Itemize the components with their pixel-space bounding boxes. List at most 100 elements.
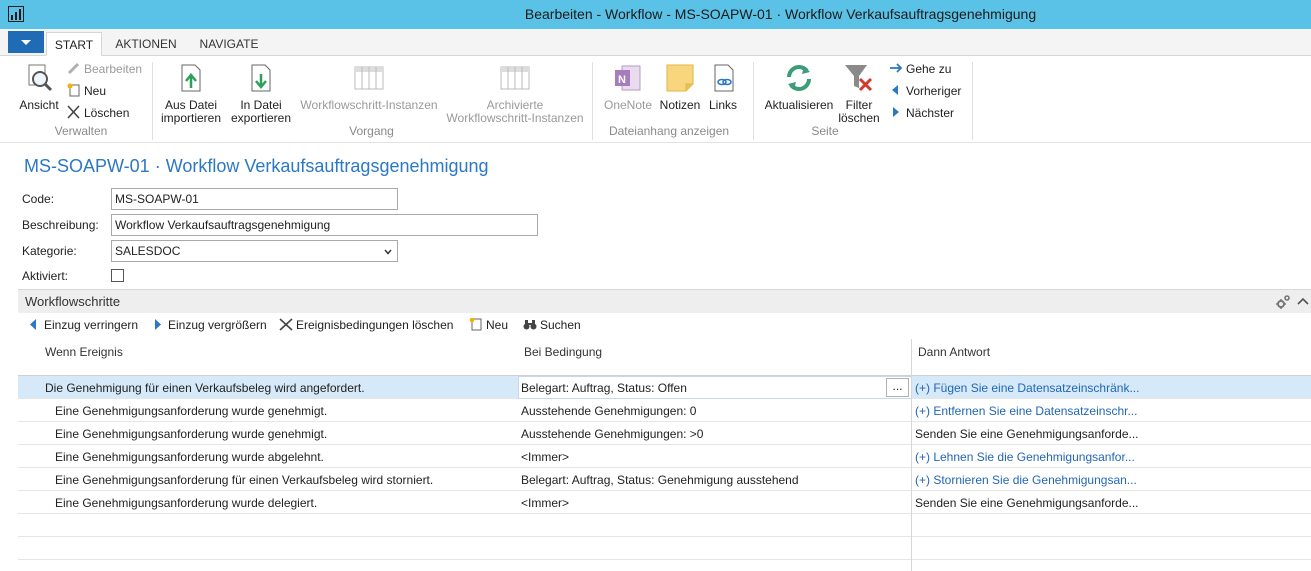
view-magnifier-icon (28, 64, 53, 92)
tab-aktionen[interactable]: AKTIONEN (108, 32, 184, 56)
workflow-steps-header: Workflowschritte (18, 289, 1311, 313)
tab-navigate[interactable]: NAVIGATE (190, 32, 268, 56)
response-cell[interactable]: Senden Sie eine Genehmigungsanforde... (915, 496, 1305, 510)
links-button[interactable]: Links (703, 62, 743, 112)
decrease-indent-button[interactable]: Einzug verringern (27, 318, 138, 332)
response-cell[interactable]: (+) Stornieren Sie die Genehmigungsan... (915, 473, 1305, 487)
kategorie-select[interactable]: SALESDOC (111, 240, 398, 262)
empty-row[interactable] (18, 537, 1311, 560)
workflow-steps-grid: Wenn Ereignis Bei Bedingung Dann Antwort… (18, 339, 1311, 571)
ribbon-tab-strip: START AKTIONEN NAVIGATE (0, 29, 1311, 56)
vorheriger-button[interactable]: Vorheriger (888, 83, 961, 101)
pencil-icon (67, 62, 80, 75)
ansicht-button[interactable]: Ansicht (14, 62, 64, 112)
column-header-event[interactable]: Wenn Ereignis (45, 345, 123, 359)
window-title: Bearbeiten - Workflow - MS-SOAPW-01 · Wo… (524, 6, 1037, 22)
naechster-button[interactable]: Nächster (888, 105, 954, 123)
response-cell[interactable]: (+) Fügen Sie eine Datensatzeinschränk..… (915, 381, 1305, 395)
group-label-seite: Seite (811, 124, 839, 138)
response-cell[interactable]: (+) Lehnen Sie die Genehmigungsanfor... (915, 450, 1305, 464)
table-row[interactable]: Eine Genehmigungsanforderung wurde geneh… (18, 422, 1311, 445)
table-row[interactable]: Eine Genehmigungsanforderung für einen V… (18, 468, 1311, 491)
workflow-step-instances-button[interactable]: Workflowschritt-Instanzen (297, 62, 441, 112)
search-button[interactable]: Suchen (523, 318, 581, 332)
notizen-button[interactable]: Notizen (657, 62, 703, 112)
arrow-right-icon (890, 63, 903, 73)
event-cell[interactable]: Eine Genehmigungsanforderung wurde geneh… (55, 404, 327, 418)
grid-header: Wenn Ereignis Bei Bedingung Dann Antwort (18, 339, 1311, 376)
workflow-steps-toolbar: Einzug verringern Einzug vergrößern Erei… (18, 314, 1311, 338)
event-cell[interactable]: Eine Genehmigungsanforderung wurde geneh… (55, 427, 327, 441)
ribbon-group-vorgang: Aus Datei importieren In Datei exportier… (153, 56, 590, 142)
condition-lookup-button[interactable]: ... (886, 378, 909, 397)
ribbon-group-seite: Aktualisieren Filter löschen Gehe zu Vor… (754, 56, 972, 142)
title-bar: Bearbeiten - Workflow - MS-SOAPW-01 · Wo… (0, 0, 1311, 29)
export-file-icon (251, 64, 271, 92)
kategorie-label: Kategorie: (22, 244, 77, 258)
filter-clear-icon (845, 65, 873, 92)
column-header-response[interactable]: Dann Antwort (918, 345, 990, 359)
workflow-steps-title: Workflowschritte (25, 294, 121, 309)
neu-button[interactable]: Neu (66, 83, 106, 101)
binoculars-icon (523, 320, 537, 330)
loeschen-button[interactable]: Löschen (66, 105, 129, 123)
ribbon: Ansicht Bearbeiten Neu Löschen Verwalten… (0, 56, 1311, 143)
gehe-zu-button[interactable]: Gehe zu (888, 61, 951, 79)
triangle-right-icon (893, 107, 899, 117)
table-row[interactable]: Eine Genehmigungsanforderung wurde deleg… (18, 491, 1311, 514)
table-row[interactable]: Eine Genehmigungsanforderung wurde abgel… (18, 445, 1311, 468)
delete-x-icon (67, 105, 80, 119)
new-document-icon (67, 83, 80, 97)
triangle-right-icon (155, 319, 161, 330)
tab-start[interactable]: START (46, 32, 102, 56)
condition-cell[interactable]: Belegart: Auftrag, Status: Genehmigung a… (521, 473, 881, 487)
ribbon-separator (972, 62, 973, 140)
triangle-left-icon (892, 85, 898, 95)
table-row[interactable]: Eine Genehmigungsanforderung wurde geneh… (18, 399, 1311, 422)
beschreibung-label: Beschreibung: (22, 218, 99, 232)
table-row[interactable]: Die Genehmigung für einen Verkaufsbeleg … (18, 376, 1311, 399)
aktualisieren-button[interactable]: Aktualisieren (760, 62, 838, 112)
increase-indent-button[interactable]: Einzug vergrößern (151, 318, 267, 332)
triangle-left-icon (30, 319, 36, 330)
clear-filter-button[interactable]: Filter löschen (836, 62, 882, 125)
onenote-button[interactable]: N OneNote (599, 62, 657, 112)
beschreibung-field[interactable]: Workflow Verkaufsauftragsgenehmigung (111, 214, 538, 236)
export-to-file-button[interactable]: In Datei exportieren (227, 62, 295, 125)
application-menu-button[interactable] (8, 31, 44, 53)
group-label-vorgang: Vorgang (349, 124, 394, 138)
clear-event-conditions-button[interactable]: Ereignisbedingungen löschen (279, 318, 453, 332)
ribbon-group-dateianhang: N OneNote Notizen Links Dateianhang anze… (593, 56, 745, 142)
code-field[interactable]: MS-SOAPW-01 (111, 188, 398, 210)
import-file-icon (181, 64, 201, 92)
condition-cell[interactable]: Ausstehende Genehmigungen: >0 (521, 427, 881, 441)
column-header-condition[interactable]: Bei Bedingung (524, 345, 602, 359)
archived-workflow-step-instances-button[interactable]: Archivierte Workflowschritt-Instanzen (443, 62, 587, 125)
condition-cell[interactable]: Ausstehende Genehmigungen: 0 (521, 404, 881, 418)
aktiviert-label: Aktiviert: (22, 269, 69, 283)
table-grid-icon (500, 66, 530, 90)
group-label-verwalten: Verwalten (54, 124, 108, 138)
import-from-file-button[interactable]: Aus Datei importieren (157, 62, 225, 125)
link-document-icon (714, 64, 734, 92)
aktiviert-checkbox[interactable] (111, 269, 124, 282)
event-cell[interactable]: Eine Genehmigungsanforderung wurde abgel… (55, 450, 324, 464)
event-cell[interactable]: Eine Genehmigungsanforderung für einen V… (55, 473, 433, 487)
response-cell[interactable]: Senden Sie eine Genehmigungsanforde... (915, 427, 1305, 441)
condition-cell[interactable]: <Immer> (521, 496, 881, 510)
event-cell[interactable]: Eine Genehmigungsanforderung wurde deleg… (55, 496, 317, 510)
event-cell[interactable]: Die Genehmigung für einen Verkaufsbeleg … (45, 381, 365, 395)
group-label-dateianhang: Dateianhang anzeigen (608, 124, 730, 138)
new-step-button[interactable]: Neu (469, 318, 508, 332)
gear-icon[interactable] (1275, 294, 1291, 310)
new-document-icon (469, 318, 482, 331)
svg-text:N: N (618, 74, 626, 86)
empty-row[interactable] (18, 514, 1311, 537)
response-cell[interactable]: (+) Entfernen Sie eine Datensatzeinschr.… (915, 404, 1305, 418)
table-grid-icon (354, 66, 384, 90)
collapse-chevron-icon[interactable] (1295, 294, 1311, 310)
onenote-icon: N (615, 65, 641, 91)
condition-cell[interactable]: <Immer> (521, 450, 881, 464)
condition-cell[interactable]: Belegart: Auftrag, Status: Offen (521, 381, 881, 395)
bearbeiten-button[interactable]: Bearbeiten (66, 61, 142, 79)
